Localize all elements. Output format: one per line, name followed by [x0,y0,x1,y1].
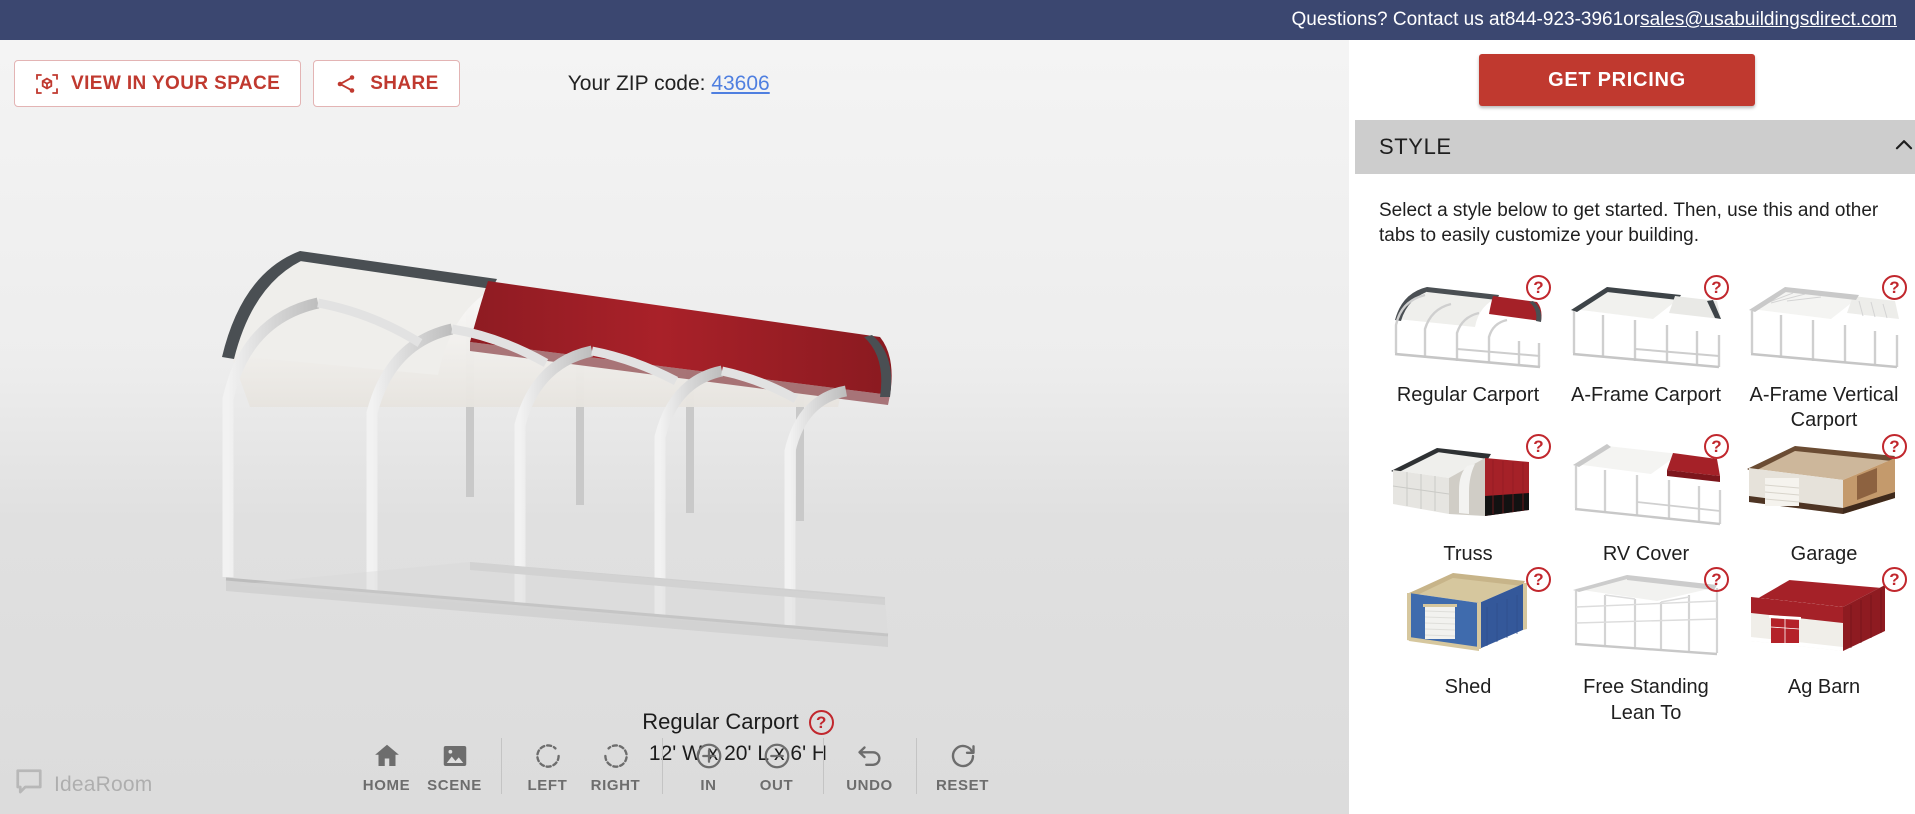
style-option-a-frame-carport[interactable]: ? A-Frame Carport [1557,274,1735,434]
contact-phone: 844-923-3961 [1504,9,1624,30]
toolbar-zoom-in-label: IN [700,777,717,794]
zoom-out-icon [762,741,792,771]
zip-code-label: Your ZIP code: [567,71,706,95]
home-icon [372,741,402,771]
toolbar-home-button[interactable]: HOME [353,741,421,794]
toolbar-zoom-out-button[interactable]: OUT [743,741,811,794]
get-pricing-button[interactable]: GET PRICING [1479,54,1755,106]
share-icon [334,72,358,96]
contact-email-link[interactable]: sales@usabuildingsdirect.com [1640,9,1897,31]
toolbar-rotate-left-label: LEFT [527,777,568,794]
style-label: Free Standing Lean To [1583,676,1709,724]
style-accordion-header[interactable]: STYLE [1355,120,1915,174]
idearoom-brand: IdeaRoom [14,767,153,802]
contact-text-middle: or [1623,9,1641,30]
toolbar-rotate-left-button[interactable]: LEFT [514,741,582,794]
reset-icon [948,741,978,771]
style-label: Shed [1444,676,1492,699]
style-grid: ? Regular Carport ? A-Frame Carport ? A-… [1379,274,1913,727]
style-option-free-standing-lean-to[interactable]: ? Free Standing Lean To [1557,567,1735,726]
style-option-truss[interactable]: ? Truss [1379,433,1557,568]
style-option-a-frame-vertical-carport[interactable]: ? A-Frame Vertical Carport [1735,274,1913,434]
style-help-text: Select a style below to get started. The… [1379,200,1879,247]
zoom-in-icon [694,741,724,771]
toolbar-undo-label: UNDO [846,777,893,794]
model-viewer[interactable]: VIEW IN YOUR SPACE SHARE Your ZIP code: … [0,40,1349,814]
ar-cube-icon [35,72,59,96]
toolbar-zoom-in-button[interactable]: IN [675,741,743,794]
style-option-rv-cover[interactable]: ? RV Cover [1557,433,1735,568]
contact-bar: Questions? Contact us at 844-923-3961 or… [0,0,1915,40]
style-label: A-Frame Vertical Carport [1749,383,1899,432]
garage-help-icon[interactable]: ? [1882,433,1907,459]
model-stage[interactable]: Regular Carport ? 12' W x 20' L x 6' H H… [0,107,1349,814]
toolbar-group-reset: RESET [929,741,997,794]
view-in-your-space-button[interactable]: VIEW IN YOUR SPACE [14,60,302,107]
style-option-shed[interactable]: ? Shed [1379,567,1557,726]
toolbar-rotate-right-label: RIGHT [590,777,641,794]
style-panel-body: Select a style below to get started. The… [1355,174,1915,727]
idearoom-logo-icon [14,767,44,802]
style-label: A-Frame Carport [1570,383,1722,406]
style-label: Garage [1790,542,1858,565]
toolbar-divider [822,738,824,794]
toolbar-rotate-right-button[interactable]: RIGHT [582,741,650,794]
main-body: VIEW IN YOUR SPACE SHARE Your ZIP code: … [0,40,1915,814]
style-label: RV Cover [1602,542,1690,565]
toolbar-divider [661,738,663,794]
rotate-left-icon [533,741,563,771]
undo-icon [855,741,885,771]
contact-text-before: Questions? Contact us at [1291,9,1505,30]
toolbar-undo-button[interactable]: UNDO [836,741,904,794]
style-label: Truss [1443,542,1493,565]
a-frame-carport-help-icon[interactable]: ? [1704,274,1729,300]
toolbar-divider [500,738,502,794]
toolbar-reset-button[interactable]: RESET [929,741,997,794]
style-option-regular-carport[interactable]: ? Regular Carport [1379,274,1557,434]
style-option-garage[interactable]: ? Garage [1735,433,1913,568]
idearoom-label: IdeaRoom [54,772,153,796]
regular-carport-help-icon[interactable]: ? [1526,274,1551,300]
toolbar-group-rotate: LEFT RIGHT [514,741,650,794]
a-frame-vertical-carport-help-icon[interactable]: ? [1882,274,1907,300]
style-option-ag-barn[interactable]: ? Ag Barn [1735,567,1913,726]
view-in-your-space-label: VIEW IN YOUR SPACE [71,72,281,94]
options-panel: GET PRICING STYLE Select a style below t… [1349,40,1915,814]
style-label: Ag Barn [1787,676,1861,699]
style-label: Regular Carport [1396,383,1540,406]
zip-code-link[interactable]: 43606 [711,72,769,95]
toolbar-scene-button[interactable]: SCENE [421,741,489,794]
truss-help-icon[interactable]: ? [1526,433,1551,459]
viewer-toolbar: HOME SCENE LEFT RIGHT IN OUT UNDO RESET [0,738,1349,794]
configurator-app: Questions? Contact us at 844-923-3961 or… [0,0,1915,814]
toolbar-group-undo: UNDO [836,741,904,794]
carport-3d-model [222,251,892,647]
toolbar-zoom-out-label: OUT [759,777,794,794]
share-button[interactable]: SHARE [313,60,460,107]
toolbar-divider [915,738,917,794]
share-label: SHARE [370,72,439,94]
chevron-up-icon[interactable] [1891,132,1915,163]
zip-code-display: Your ZIP code: 43606 [568,72,770,96]
toolbar-group-view: HOME SCENE [353,741,489,794]
toolbar-home-label: HOME [362,777,411,794]
rv-cover-help-icon[interactable]: ? [1704,433,1729,459]
toolbar-group-zoom: IN OUT [675,741,811,794]
toolbar-reset-label: RESET [935,777,989,794]
toolbar-scene-label: SCENE [427,777,482,794]
scene-image-icon [440,741,470,771]
style-accordion-title: STYLE [1379,134,1452,159]
rotate-right-icon [601,741,631,771]
viewer-top-controls: VIEW IN YOUR SPACE SHARE Your ZIP code: … [0,40,1349,107]
get-pricing-wrap: GET PRICING [1355,40,1915,106]
